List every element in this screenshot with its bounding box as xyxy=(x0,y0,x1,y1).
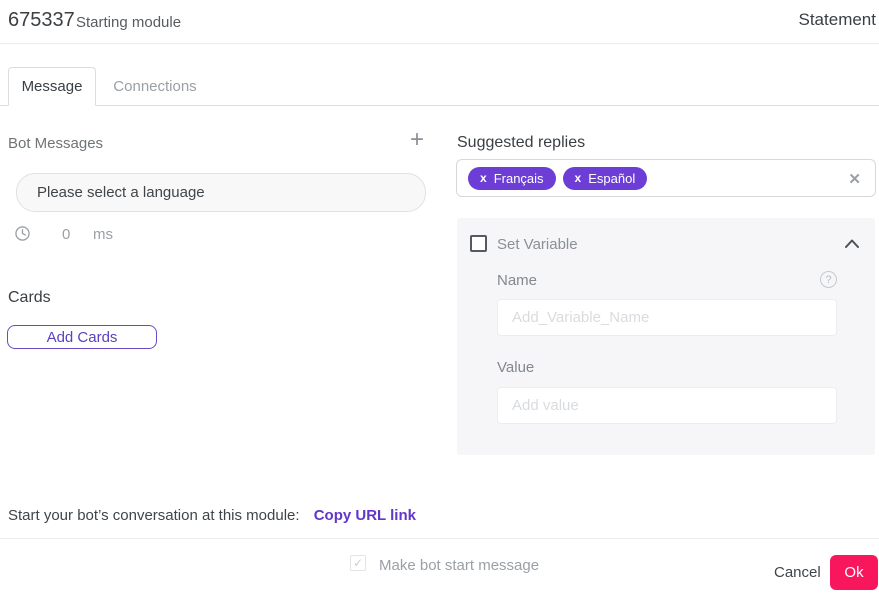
make-bot-start-label: Make bot start message xyxy=(379,557,539,574)
delay-value[interactable]: 0 xyxy=(62,226,70,243)
module-editor-dialog: 675337 Starting module Statement Message… xyxy=(0,0,879,597)
reply-chip-espanol[interactable]: x Español xyxy=(563,167,648,190)
module-type-label: Statement xyxy=(799,10,877,30)
variable-value-input[interactable] xyxy=(497,387,837,424)
variable-name-input[interactable] xyxy=(497,299,837,336)
chip-label: Español xyxy=(588,171,635,186)
suggested-replies-title: Suggested replies xyxy=(457,134,585,152)
tab-bar: Message Connections xyxy=(0,67,879,106)
cards-title: Cards xyxy=(8,289,51,307)
cancel-button[interactable]: Cancel xyxy=(768,563,827,582)
bot-message-bubble[interactable]: Please select a language xyxy=(16,173,426,212)
footer-divider xyxy=(0,538,879,539)
set-variable-title: Set Variable xyxy=(497,236,578,253)
bot-messages-title: Bot Messages xyxy=(8,135,103,152)
chip-label: Français xyxy=(494,171,544,186)
add-cards-button[interactable]: Add Cards xyxy=(7,325,157,349)
delay-unit-label: ms xyxy=(93,226,113,243)
help-icon[interactable]: ? xyxy=(820,271,837,288)
tab-connections[interactable]: Connections xyxy=(96,67,214,105)
copy-url-link[interactable]: Copy URL link xyxy=(314,507,416,524)
set-variable-panel: Set Variable Name ? Value xyxy=(457,218,875,455)
chip-remove-icon[interactable]: x xyxy=(480,172,487,184)
header-divider xyxy=(0,43,879,44)
variable-name-label: Name xyxy=(497,272,537,289)
delay-clock-icon xyxy=(15,226,30,241)
clear-replies-icon[interactable]: ✕ xyxy=(848,170,861,188)
start-conversation-row: Start your bot’s conversation at this mo… xyxy=(8,507,416,524)
variable-value-label: Value xyxy=(497,359,534,376)
make-bot-start-checkbox: ✓ xyxy=(350,555,366,571)
suggested-replies-box[interactable]: x Français x Español ✕ xyxy=(456,159,876,197)
set-variable-checkbox[interactable] xyxy=(470,235,487,252)
chip-remove-icon[interactable]: x xyxy=(575,172,582,184)
reply-chip-francais[interactable]: x Français xyxy=(468,167,556,190)
add-message-icon[interactable]: + xyxy=(410,128,424,152)
module-name: Starting module xyxy=(76,14,181,31)
start-conversation-text: Start your bot’s conversation at this mo… xyxy=(8,507,300,524)
module-id: 675337 xyxy=(8,9,75,32)
tab-message[interactable]: Message xyxy=(8,67,96,106)
collapse-chevron-icon[interactable] xyxy=(845,239,859,248)
ok-button[interactable]: Ok xyxy=(830,555,878,590)
